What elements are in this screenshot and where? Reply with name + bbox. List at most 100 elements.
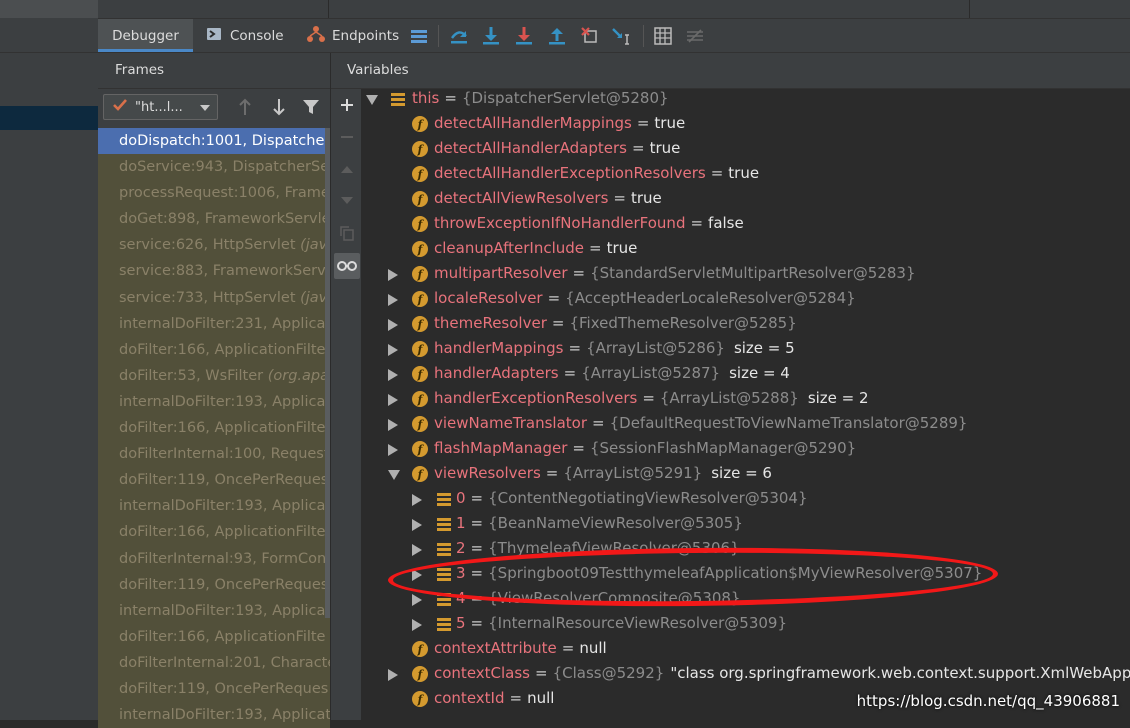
variable-row[interactable]: 0 = {ContentNegotiatingViewResolver@5304} bbox=[362, 487, 1130, 512]
trace-icon[interactable] bbox=[684, 25, 706, 47]
expand-right-icon[interactable] bbox=[388, 294, 398, 306]
drop-frame-icon[interactable] bbox=[579, 25, 601, 47]
variable-row[interactable]: f handlerExceptionResolvers = {ArrayList@52… bbox=[362, 387, 1130, 412]
variable-row[interactable]: f contextClass = {Class@5292} "class org.spr… bbox=[362, 662, 1130, 687]
filter-icon[interactable] bbox=[299, 95, 323, 119]
frame-row[interactable]: doFilter:166, ApplicationFilte bbox=[98, 415, 330, 442]
frame-row[interactable]: internalDoFilter:231, Applicat bbox=[98, 310, 330, 337]
editor-tab-segment[interactable] bbox=[98, 0, 329, 18]
tab-console[interactable]: Console bbox=[206, 19, 284, 52]
frame-row[interactable]: doFilterInternal:93, FormCon bbox=[98, 545, 330, 572]
frame-row[interactable]: doFilter:53, WsFilter (org.apa bbox=[98, 362, 330, 389]
expand-down-icon[interactable] bbox=[366, 95, 378, 105]
variable-value: true bbox=[728, 164, 760, 182]
equals-sign: = bbox=[547, 289, 561, 307]
frame-method: internalDoFilter:231, Applicat bbox=[119, 315, 330, 332]
variable-row[interactable]: f throwExceptionIfNoHandlerFound = false bbox=[362, 212, 1130, 237]
list-object-icon bbox=[390, 93, 406, 106]
expand-right-icon[interactable] bbox=[412, 544, 422, 556]
expand-right-icon[interactable] bbox=[388, 319, 398, 331]
expand-right-icon[interactable] bbox=[388, 394, 398, 406]
expand-right-icon[interactable] bbox=[412, 519, 422, 531]
expand-right-icon[interactable] bbox=[412, 594, 422, 606]
expand-right-icon[interactable] bbox=[388, 419, 398, 431]
frame-row[interactable]: processRequest:1006, Frame bbox=[98, 180, 330, 207]
frame-row[interactable]: internalDoFilter:193, Applicat bbox=[98, 597, 330, 624]
expand-down-icon[interactable] bbox=[388, 470, 400, 480]
step-out-icon[interactable] bbox=[546, 25, 568, 47]
expand-right-icon[interactable] bbox=[388, 669, 398, 681]
frame-row[interactable]: service:626, HttpServlet (java bbox=[98, 232, 330, 259]
variable-row[interactable]: 1 = {BeanNameViewResolver@5305} bbox=[362, 512, 1130, 537]
frame-row[interactable]: doFilter:166, ApplicationFilte bbox=[98, 623, 330, 650]
arrow-up-icon[interactable] bbox=[233, 95, 257, 119]
arrow-down-icon[interactable] bbox=[267, 95, 291, 119]
frame-method: doFilter:119, OncePerReques bbox=[119, 576, 329, 593]
add-watch-icon[interactable] bbox=[334, 92, 360, 118]
frame-row[interactable]: doService:943, DispatcherSer bbox=[98, 154, 330, 181]
variable-row[interactable]: f detectAllHandlerMappings = true bbox=[362, 112, 1130, 137]
equals-sign: = bbox=[470, 489, 484, 507]
expand-right-icon[interactable] bbox=[388, 269, 398, 281]
move-down-icon[interactable] bbox=[334, 188, 360, 214]
variable-row[interactable]: f viewResolvers = {ArrayList@5291} size = 6 bbox=[362, 462, 1130, 487]
variable-reference: {DispatcherServlet@5280} bbox=[461, 89, 669, 107]
frame-row[interactable]: service:733, HttpServlet (java bbox=[98, 284, 330, 311]
variable-row[interactable]: f themeResolver = {FixedThemeResolver@5285} bbox=[362, 312, 1130, 337]
expand-right-icon[interactable] bbox=[412, 619, 422, 631]
expand-right-icon[interactable] bbox=[388, 344, 398, 356]
variable-reference: {FixedThemeResolver@5285} bbox=[569, 314, 797, 332]
variable-row[interactable]: f localeResolver = {AcceptHeaderLocaleResol… bbox=[362, 287, 1130, 312]
watches-glasses-icon[interactable] bbox=[334, 253, 360, 279]
frame-row[interactable]: service:883, FrameworkServle bbox=[98, 258, 330, 285]
frame-row[interactable]: doDispatch:1001, DispatcherS bbox=[98, 128, 330, 155]
variable-row[interactable]: f detectAllHandlerAdapters = true bbox=[362, 137, 1130, 162]
frame-row[interactable]: doFilterInternal:201, Characte bbox=[98, 649, 330, 676]
frame-row[interactable]: doFilter:166, ApplicationFilte bbox=[98, 336, 330, 363]
move-up-icon[interactable] bbox=[334, 156, 360, 182]
step-over-icon[interactable] bbox=[448, 25, 470, 47]
variable-row[interactable]: f handlerMappings = {ArrayList@5286} size = … bbox=[362, 337, 1130, 362]
variable-row[interactable]: f flashMapManager = {SessionFlashMapManager… bbox=[362, 437, 1130, 462]
frame-row[interactable]: doFilter:166, ApplicationFilte bbox=[98, 519, 330, 546]
copy-icon[interactable] bbox=[334, 220, 360, 246]
frame-row[interactable]: internalDoFilter:193, Applicat bbox=[98, 493, 330, 520]
variable-name: localeResolver bbox=[434, 289, 543, 307]
variable-row[interactable]: f contextAttribute = null bbox=[362, 637, 1130, 662]
field-icon: f bbox=[412, 216, 428, 232]
run-to-cursor-icon[interactable] bbox=[611, 25, 633, 47]
step-into-icon[interactable] bbox=[480, 25, 502, 47]
editor-tab-segment[interactable] bbox=[329, 0, 970, 18]
variable-row[interactable]: f handlerAdapters = {ArrayList@5287} size = … bbox=[362, 362, 1130, 387]
frames-scrollbar[interactable] bbox=[325, 128, 330, 618]
variable-row[interactable]: this = {DispatcherServlet@5280} bbox=[362, 87, 1130, 112]
force-step-into-icon[interactable] bbox=[513, 25, 535, 47]
remove-watch-icon[interactable] bbox=[334, 124, 360, 150]
variable-name: detectAllHandlerExceptionResolvers bbox=[434, 164, 706, 182]
tab-endpoints[interactable]: Endpoints bbox=[306, 19, 399, 52]
variable-name: detectAllHandlerMappings bbox=[434, 114, 632, 132]
expand-right-icon[interactable] bbox=[412, 494, 422, 506]
thread-select[interactable]: "ht...l... bbox=[103, 94, 218, 120]
evaluate-icon[interactable] bbox=[652, 25, 674, 47]
variable-row[interactable]: f detectAllHandlerExceptionResolvers = true bbox=[362, 162, 1130, 187]
expand-right-icon[interactable] bbox=[388, 369, 398, 381]
frame-row[interactable]: internalDoFilter:193, Applicat bbox=[98, 388, 330, 416]
frame-row[interactable]: doGet:898, FrameworkServle bbox=[98, 206, 330, 233]
frame-row[interactable]: doFilterInternal:100, Request bbox=[98, 441, 330, 468]
variable-row[interactable]: 5 = {InternalResourceViewResolver@5309} bbox=[362, 612, 1130, 637]
menu-lines-icon[interactable] bbox=[408, 25, 430, 47]
frame-row[interactable]: doFilter:119, OncePerReques bbox=[98, 571, 330, 598]
frame-row[interactable]: doFilter:119, OncePerReques bbox=[98, 675, 330, 703]
frame-row[interactable]: internalDoFilter:193, Applicat bbox=[98, 702, 330, 728]
variable-row[interactable]: f viewNameTranslator = {DefaultRequestToVie… bbox=[362, 412, 1130, 437]
variable-row[interactable]: f detectAllViewResolvers = true bbox=[362, 187, 1130, 212]
tab-debugger[interactable]: Debugger bbox=[98, 19, 193, 52]
frame-list: doDispatch:1001, DispatcherS doService:94… bbox=[98, 128, 330, 728]
expand-right-icon[interactable] bbox=[388, 444, 398, 456]
toolbar-separator bbox=[643, 25, 644, 47]
variable-row[interactable]: f cleanupAfterInclude = true bbox=[362, 237, 1130, 262]
variable-row[interactable]: f multipartResolver = {StandardServletMulti… bbox=[362, 262, 1130, 287]
chevron-down-icon bbox=[200, 105, 210, 111]
frame-row[interactable]: doFilter:119, OncePerReques bbox=[98, 467, 330, 494]
